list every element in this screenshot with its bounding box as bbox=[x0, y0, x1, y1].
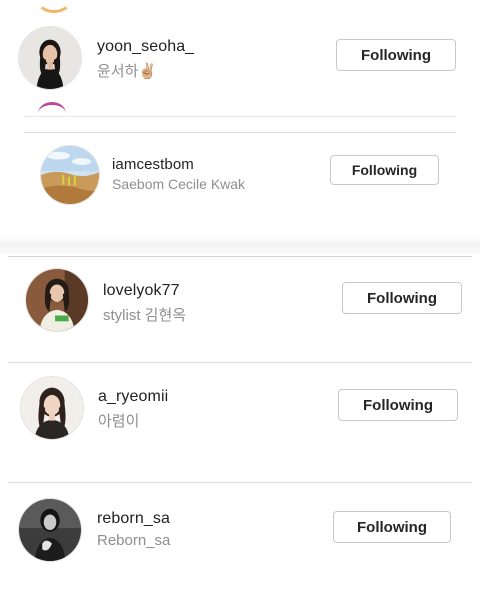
following-button[interactable]: Following bbox=[342, 282, 462, 314]
avatar-woman-selfie-image bbox=[21, 377, 83, 439]
avatar-woman-monochrome-image bbox=[19, 499, 81, 561]
full-name: stylist 김현옥 bbox=[103, 307, 187, 324]
following-button[interactable]: Following bbox=[336, 39, 456, 71]
username[interactable]: iamcestbom bbox=[112, 156, 194, 173]
list-item[interactable]: yoon_seoha_ 윤서하✌🏼 Following bbox=[0, 18, 480, 98]
full-name: Reborn_sa bbox=[97, 532, 171, 549]
strip-shadow bbox=[0, 236, 480, 254]
username[interactable]: yoon_seoha_ bbox=[97, 38, 194, 56]
avatar[interactable] bbox=[18, 498, 82, 562]
username[interactable]: reborn_sa bbox=[97, 510, 170, 528]
list-item[interactable]: reborn_sa Reborn_sa Following bbox=[0, 494, 480, 566]
full-name: 아렴이 bbox=[98, 413, 140, 430]
list-item[interactable]: iamcestbom Saebom Cecile Kwak Following bbox=[0, 140, 480, 210]
following-button[interactable]: Following bbox=[338, 389, 458, 421]
following-list-screenshot: yoon_seoha_ 윤서하✌🏼 Following iamcestbom S… bbox=[0, 0, 480, 600]
avatar[interactable] bbox=[25, 268, 89, 332]
username[interactable]: a_ryeomii bbox=[98, 388, 168, 406]
row-divider bbox=[8, 362, 472, 363]
row-divider bbox=[24, 116, 456, 117]
following-button[interactable]: Following bbox=[333, 511, 451, 543]
avatar-woman-black-top-image bbox=[19, 27, 81, 89]
avatar[interactable] bbox=[18, 26, 82, 90]
avatar[interactable] bbox=[40, 145, 100, 205]
cropped-avatar-story-ring bbox=[38, 102, 66, 125]
following-button[interactable]: Following bbox=[330, 155, 439, 185]
row-divider bbox=[8, 482, 472, 483]
avatar-woman-green-shirt-image bbox=[26, 269, 88, 331]
full-name: Saebom Cecile Kwak bbox=[112, 176, 246, 192]
full-name: 윤서하✌🏼 bbox=[97, 63, 158, 80]
cropped-avatar-top bbox=[36, 0, 72, 13]
list-item[interactable]: lovelyok77 stylist 김현옥 Following bbox=[0, 264, 480, 336]
row-divider bbox=[24, 132, 456, 133]
list-item[interactable]: a_ryeomii 아렴이 Following bbox=[0, 372, 480, 444]
row-divider bbox=[8, 256, 472, 257]
username[interactable]: lovelyok77 bbox=[103, 282, 180, 300]
avatar[interactable] bbox=[20, 376, 84, 440]
avatar-desert-landscape-image bbox=[41, 146, 99, 204]
